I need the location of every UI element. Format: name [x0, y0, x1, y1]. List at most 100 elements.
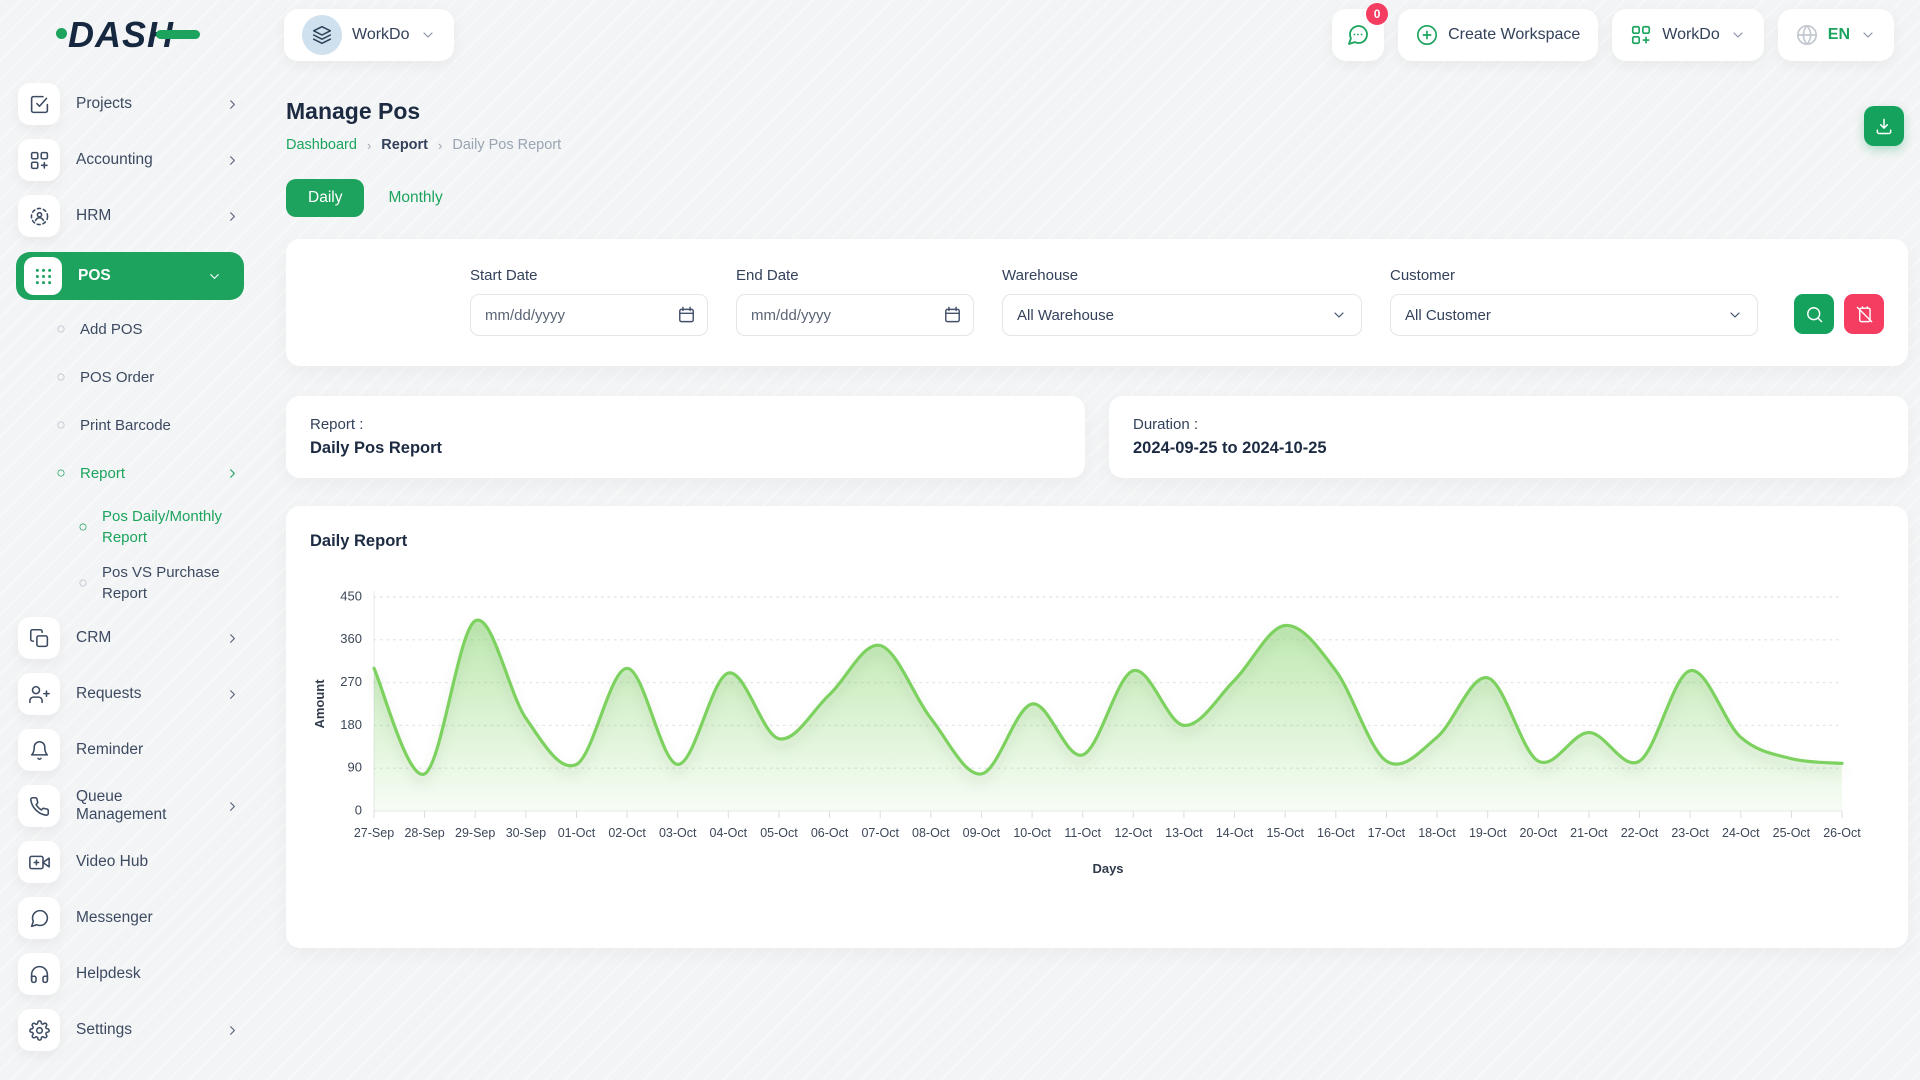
account-label: WorkDo [1662, 26, 1720, 44]
end-date-label: End Date [736, 267, 974, 284]
tab-monthly[interactable]: Monthly [382, 179, 448, 217]
crm-icon [18, 617, 60, 659]
chevron-right-icon [225, 97, 240, 112]
x-tick-label: 27-Sep [354, 826, 394, 840]
create-workspace-button[interactable]: Create Workspace [1398, 9, 1598, 61]
chart-title: Daily Report [310, 532, 1884, 551]
x-tick-label: 19-Oct [1469, 826, 1507, 840]
account-menu[interactable]: WorkDo [1612, 9, 1764, 61]
chevron-down-icon [1730, 27, 1746, 43]
sidebar-item-video-hub[interactable]: Video Hub [16, 842, 262, 882]
video-icon [18, 841, 60, 883]
y-tick-label: 180 [340, 717, 362, 732]
reset-filter-button[interactable] [1844, 294, 1884, 334]
x-tick-label: 06-Oct [811, 826, 849, 840]
duration-label: Duration : [1133, 416, 1884, 433]
filter-actions [1794, 294, 1884, 336]
reset-filter-icon [1855, 305, 1874, 324]
workspace-selector[interactable]: WorkDo [284, 9, 454, 61]
sidebar-item-hrm[interactable]: HRM [16, 196, 262, 236]
x-tick-label: 09-Oct [963, 826, 1001, 840]
filter-panel: Start Date End Date Warehouse All Wareho… [286, 239, 1908, 366]
customer-select[interactable]: All Customer [1390, 294, 1758, 336]
report-mode-tabs: Daily Monthly [286, 179, 1908, 217]
sidebar-item-label: Requests [76, 685, 209, 703]
globe-icon [1796, 24, 1818, 46]
warehouse-label: Warehouse [1002, 267, 1362, 284]
breadcrumb-separator: › [367, 138, 371, 153]
chevron-right-icon [225, 209, 240, 224]
app-logo[interactable]: DASH [0, 14, 262, 56]
x-tick-label: 17-Oct [1368, 826, 1406, 840]
sidebar-item-label: POS [78, 267, 191, 285]
sidebar-item-messenger[interactable]: Messenger [16, 898, 262, 938]
start-date-input[interactable] [470, 294, 708, 336]
start-date-field: Start Date [470, 267, 708, 336]
hrm-icon [18, 195, 60, 237]
sidebar-item-queue-management[interactable]: Queue Management [16, 786, 262, 826]
x-tick-label: 11-Oct [1064, 826, 1101, 840]
projects-icon [18, 83, 60, 125]
report-summary-card: Report : Daily Pos Report [286, 396, 1085, 478]
sidebar-item-settings[interactable]: Settings [16, 1010, 262, 1050]
warehouse-selected-value: All Warehouse [1017, 307, 1114, 324]
chat-bubble-icon [1346, 23, 1370, 47]
workspace-name: WorkDo [352, 26, 410, 44]
sidebar-item-pos-order[interactable]: POS Order [16, 362, 262, 392]
y-tick-label: 360 [340, 631, 362, 646]
download-icon [1874, 116, 1894, 136]
sidebar-item-reminder[interactable]: Reminder [16, 730, 262, 770]
sidebar-item-crm[interactable]: CRM [16, 618, 262, 658]
sidebar-item-projects[interactable]: Projects [16, 84, 262, 124]
messages-badge: 0 [1366, 3, 1388, 25]
sidebar-item-pos-vs-purchase-report[interactable]: Pos VS Purchase Report [16, 562, 262, 604]
x-tick-label: 23-Oct [1671, 826, 1709, 840]
sidebar-item-accounting[interactable]: Accounting [16, 140, 262, 180]
sidebar-item-print-barcode[interactable]: Print Barcode [16, 410, 262, 440]
sidebar-item-requests[interactable]: Requests [16, 674, 262, 714]
create-workspace-label: Create Workspace [1448, 26, 1580, 44]
report-value: Daily Pos Report [310, 439, 1061, 458]
sidebar-item-pos[interactable]: POS [16, 252, 244, 300]
sidebar-item-report[interactable]: Report [16, 458, 262, 488]
pos-icon [24, 257, 62, 295]
duration-summary-card: Duration : 2024-09-25 to 2024-10-25 [1109, 396, 1908, 478]
sidebar-item-add-pos[interactable]: Add POS [16, 314, 262, 344]
tab-daily[interactable]: Daily [286, 179, 364, 217]
breadcrumb-item-daily-pos-report: Daily Pos Report [452, 137, 561, 153]
sidebar-item-label: Pos VS Purchase Report [102, 562, 262, 604]
chevron-down-icon [1860, 27, 1876, 43]
x-tick-label: 04-Oct [710, 826, 748, 840]
breadcrumb-item-dashboard[interactable]: Dashboard [286, 137, 357, 153]
sidebar-item-label: Settings [76, 1021, 209, 1039]
y-tick-label: 270 [340, 674, 362, 689]
x-tick-label: 22-Oct [1621, 826, 1659, 840]
topbar: DASH WorkDo 0 Create Workspace WorkDo EN [0, 0, 1920, 70]
y-tick-label: 0 [355, 802, 362, 817]
download-button[interactable] [1864, 106, 1904, 146]
customer-field: Customer All Customer [1390, 267, 1758, 336]
report-label: Report : [310, 416, 1061, 433]
x-tick-label: 30-Sep [506, 826, 546, 840]
sidebar-item-label: Print Barcode [80, 415, 262, 436]
x-tick-label: 07-Oct [861, 826, 899, 840]
warehouse-select[interactable]: All Warehouse [1002, 294, 1362, 336]
x-tick-label: 20-Oct [1520, 826, 1558, 840]
sidebar-item-helpdesk[interactable]: Helpdesk [16, 954, 262, 994]
search-button[interactable] [1794, 294, 1834, 334]
settings-icon [18, 1009, 60, 1051]
bullet-circle-icon [78, 522, 88, 532]
sidebar-item-label: Report [80, 463, 211, 484]
x-tick-label: 01-Oct [558, 826, 596, 840]
breadcrumb-separator: › [438, 138, 442, 153]
messages-button[interactable]: 0 [1332, 9, 1384, 61]
reminder-icon [18, 729, 60, 771]
end-date-input[interactable] [736, 294, 974, 336]
language-menu[interactable]: EN [1778, 9, 1894, 61]
sidebar-item-label: Projects [76, 95, 209, 113]
sidebar-item-pos-daily-monthly-report[interactable]: Pos Daily/Monthly Report [16, 506, 262, 548]
x-tick-label: 08-Oct [912, 826, 950, 840]
x-axis-title: Days [1092, 861, 1123, 876]
x-tick-label: 10-Oct [1013, 826, 1051, 840]
plus-circle-icon [1416, 24, 1438, 46]
